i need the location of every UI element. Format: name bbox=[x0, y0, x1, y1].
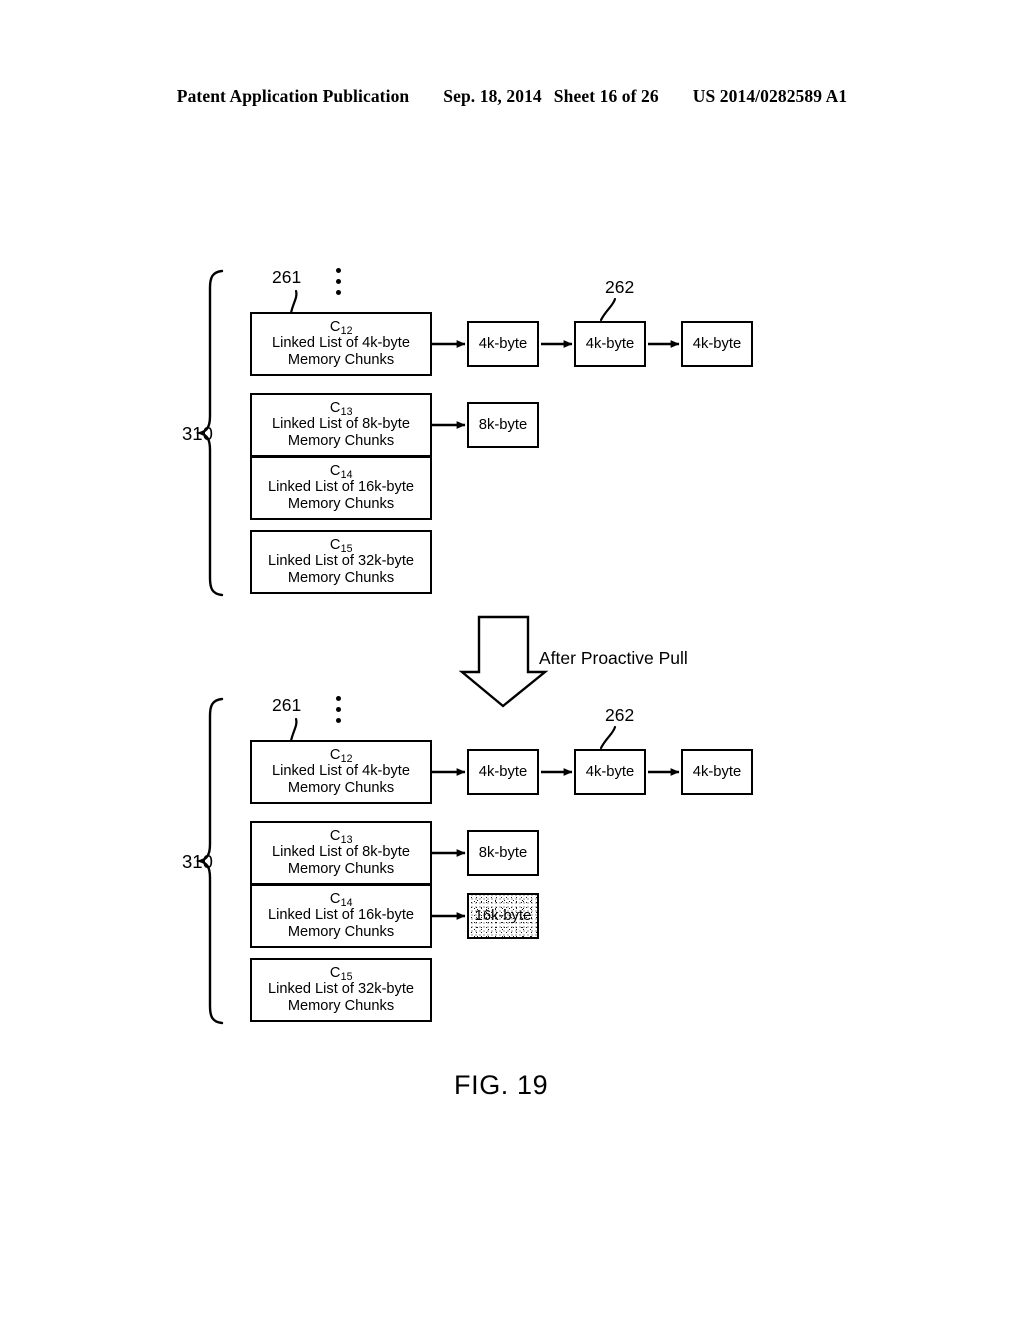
transition-block-arrow bbox=[458, 615, 549, 708]
brace-numeral-310-bottom: 310 bbox=[182, 851, 213, 872]
class-label-c13-top: C13 bbox=[329, 400, 353, 419]
list-line1-c12-top: Linked List of 4k-byte bbox=[272, 335, 410, 352]
class-label-c15-bottom: C15 bbox=[329, 965, 353, 984]
list-box-c14-top: C14 Linked List of 16k-byte Memory Chunk… bbox=[250, 456, 432, 520]
list-line2-c15-bottom: Memory Chunks bbox=[287, 997, 395, 1014]
chunk-box-4k-2-bottom: 4k-byte bbox=[574, 749, 646, 795]
chunk-box-4k-1-top: 4k-byte bbox=[467, 321, 539, 367]
list-line1-c14-bottom: Linked List of 16k-byte bbox=[267, 907, 415, 924]
figure-19: 310 261 262 C12 Linked List of 4k-byte M… bbox=[0, 0, 1024, 1320]
list-box-c12-bottom: C12 Linked List of 4k-byte Memory Chunks bbox=[250, 740, 432, 804]
class-label-c15-top: C15 bbox=[329, 537, 353, 556]
list-line2-c14-bottom: Memory Chunks bbox=[287, 923, 395, 940]
list-box-c15-bottom: C15 Linked List of 32k-byte Memory Chunk… bbox=[250, 958, 432, 1022]
figure-label: FIG. 19 bbox=[454, 1070, 549, 1100]
leader-261-bottom bbox=[289, 717, 298, 743]
class-label-c12-top: C12 bbox=[329, 319, 353, 338]
list-line2-c13-top: Memory Chunks bbox=[287, 432, 395, 449]
list-line2-c12-top: Memory Chunks bbox=[287, 351, 395, 368]
list-line2-c13-bottom: Memory Chunks bbox=[287, 860, 395, 877]
callout-262-top: 262 bbox=[605, 277, 635, 297]
list-box-c13-top: C13 Linked List of 8k-byte Memory Chunks bbox=[250, 393, 432, 457]
chunk-box-8k-1-top: 8k-byte bbox=[467, 402, 539, 448]
class-label-c14-top: C14 bbox=[329, 463, 353, 482]
chunk-box-4k-1-bottom: 4k-byte bbox=[467, 749, 539, 795]
list-line2-c14-top: Memory Chunks bbox=[287, 495, 395, 512]
class-label-c13-bottom: C13 bbox=[329, 828, 353, 847]
brace-numeral-310-top: 310 bbox=[182, 423, 213, 444]
list-line1-c15-top: Linked List of 32k-byte bbox=[267, 553, 415, 570]
chunk-box-4k-3-bottom: 4k-byte bbox=[681, 749, 753, 795]
vertical-ellipsis-icon-bottom bbox=[336, 696, 342, 729]
list-line1-c13-bottom: Linked List of 8k-byte bbox=[272, 844, 410, 861]
callout-262-bottom: 262 bbox=[605, 705, 635, 725]
list-line2-c15-top: Memory Chunks bbox=[287, 569, 395, 586]
leader-261-top bbox=[289, 289, 298, 315]
chunk-box-4k-3-top: 4k-byte bbox=[681, 321, 753, 367]
list-line2-c12-bottom: Memory Chunks bbox=[287, 779, 395, 796]
leader-262-top bbox=[599, 297, 617, 322]
list-box-c12-top: C12 Linked List of 4k-byte Memory Chunks bbox=[250, 312, 432, 376]
chunk-box-8k-1-bottom: 8k-byte bbox=[467, 830, 539, 876]
list-box-c14-bottom: C14 Linked List of 16k-byte Memory Chunk… bbox=[250, 884, 432, 948]
list-box-c13-bottom: C13 Linked List of 8k-byte Memory Chunks bbox=[250, 821, 432, 885]
class-label-c14-bottom: C14 bbox=[329, 891, 353, 910]
class-label-c12-bottom: C12 bbox=[329, 747, 353, 766]
leader-262-bottom bbox=[599, 725, 617, 750]
callout-261-bottom: 261 bbox=[272, 695, 302, 715]
chunk-box-16k-1-bottom-highlighted: 16k-byte bbox=[467, 893, 539, 939]
vertical-ellipsis-icon-top bbox=[336, 268, 342, 301]
figure-line-art bbox=[195, 269, 680, 1025]
list-line1-c12-bottom: Linked List of 4k-byte bbox=[272, 763, 410, 780]
list-line1-c15-bottom: Linked List of 32k-byte bbox=[267, 981, 415, 998]
list-line1-c13-top: Linked List of 8k-byte bbox=[272, 416, 410, 433]
list-box-c15-top: C15 Linked List of 32k-byte Memory Chunk… bbox=[250, 530, 432, 594]
list-line1-c14-top: Linked List of 16k-byte bbox=[267, 479, 415, 496]
chunk-box-4k-2-top: 4k-byte bbox=[574, 321, 646, 367]
transition-caption: After Proactive Pull bbox=[539, 648, 688, 668]
callout-261-top: 261 bbox=[272, 267, 302, 287]
